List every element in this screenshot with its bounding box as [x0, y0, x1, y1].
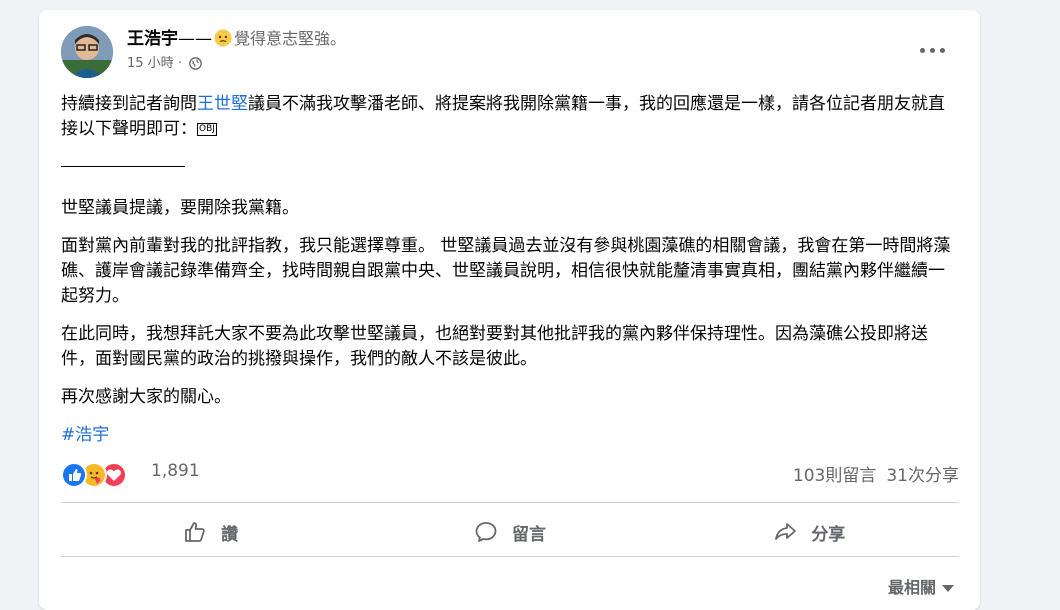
like-reaction-icon [61, 462, 87, 488]
globe-icon[interactable] [189, 57, 202, 76]
more-icon[interactable] [920, 42, 946, 58]
comment-button[interactable]: 留言 [360, 512, 659, 552]
like-button[interactable]: 讚 [61, 512, 360, 552]
avatar-image [61, 26, 113, 78]
post-stats: 1,891 103則留言 31次分享 [61, 460, 959, 488]
share-arrow-icon [775, 523, 797, 540]
comment-count[interactable]: 103則留言 [793, 466, 876, 486]
paragraph-5: 再次感謝大家的關心。 [61, 387, 231, 407]
paragraph-1-start: 持續接到記者詢問 [61, 94, 197, 114]
sort-label: 最相關 [887, 578, 936, 597]
object-placeholder: OBJ [197, 123, 217, 136]
share-count[interactable]: 31次分享 [886, 466, 959, 486]
thumbs-up-icon [185, 522, 205, 542]
hashtag-link[interactable]: #浩宇 [61, 423, 961, 448]
author-name[interactable]: 王浩宇 [127, 29, 178, 49]
paragraph-1: 持續接到記者詢問王世堅議員不滿我攻擊潘老師、將提案將我開除黨籍一事，我的回應還是… [61, 92, 961, 142]
divider-line [61, 166, 185, 167]
meta-dot: · [177, 56, 182, 71]
paragraph-4: 在此同時，我想拜託大家不要為此攻擊世堅議員，也絕對要對其他批評我的黨內夥伴保持理… [61, 324, 928, 369]
like-label: 讚 [221, 524, 239, 545]
comment-bubble-icon [475, 522, 497, 542]
reaction-count[interactable]: 1,891 [151, 461, 200, 481]
avatar[interactable] [61, 26, 113, 78]
comment-sort-dropdown[interactable]: 最相關 [888, 574, 954, 598]
paragraph-3: 面對黨內前輩對我的批評指教，我只能選擇尊重。 世堅議員過去並沒有參與桃園藻礁的相… [61, 236, 951, 306]
action-bar: 讚 留言 分享 [61, 512, 959, 552]
feeling-text: 覺得意志堅強。 [234, 29, 347, 48]
feeling-dash: —— [178, 29, 212, 49]
caret-down-icon [942, 585, 954, 592]
post-body: 持續接到記者詢問王世堅議員不滿我攻擊潘老師、將提案將我開除黨籍一事，我的回應還是… [61, 92, 961, 448]
post-time[interactable]: 15 小時 [127, 56, 174, 71]
paragraph-2: 世堅議員提議，要開除我黨籍。 [61, 198, 299, 218]
share-button[interactable]: 分享 [660, 512, 959, 552]
stats-divider [61, 502, 959, 503]
share-label: 分享 [811, 524, 846, 545]
post-card: 王浩宇—— 覺得意志堅強。 15 小時 · 持續接到記者詢問王世堅議員不滿我攻擊潘… [39, 10, 980, 610]
engagement-stats: 103則留言 31次分享 [783, 461, 959, 486]
comment-label: 留言 [511, 524, 546, 545]
post-header: 王浩宇—— 覺得意志堅強。 [127, 28, 346, 53]
strong-emoji-icon [214, 29, 232, 53]
actions-divider [61, 556, 959, 557]
mention-link[interactable]: 王世堅 [197, 94, 248, 114]
post-meta: 15 小時 · [127, 55, 202, 76]
